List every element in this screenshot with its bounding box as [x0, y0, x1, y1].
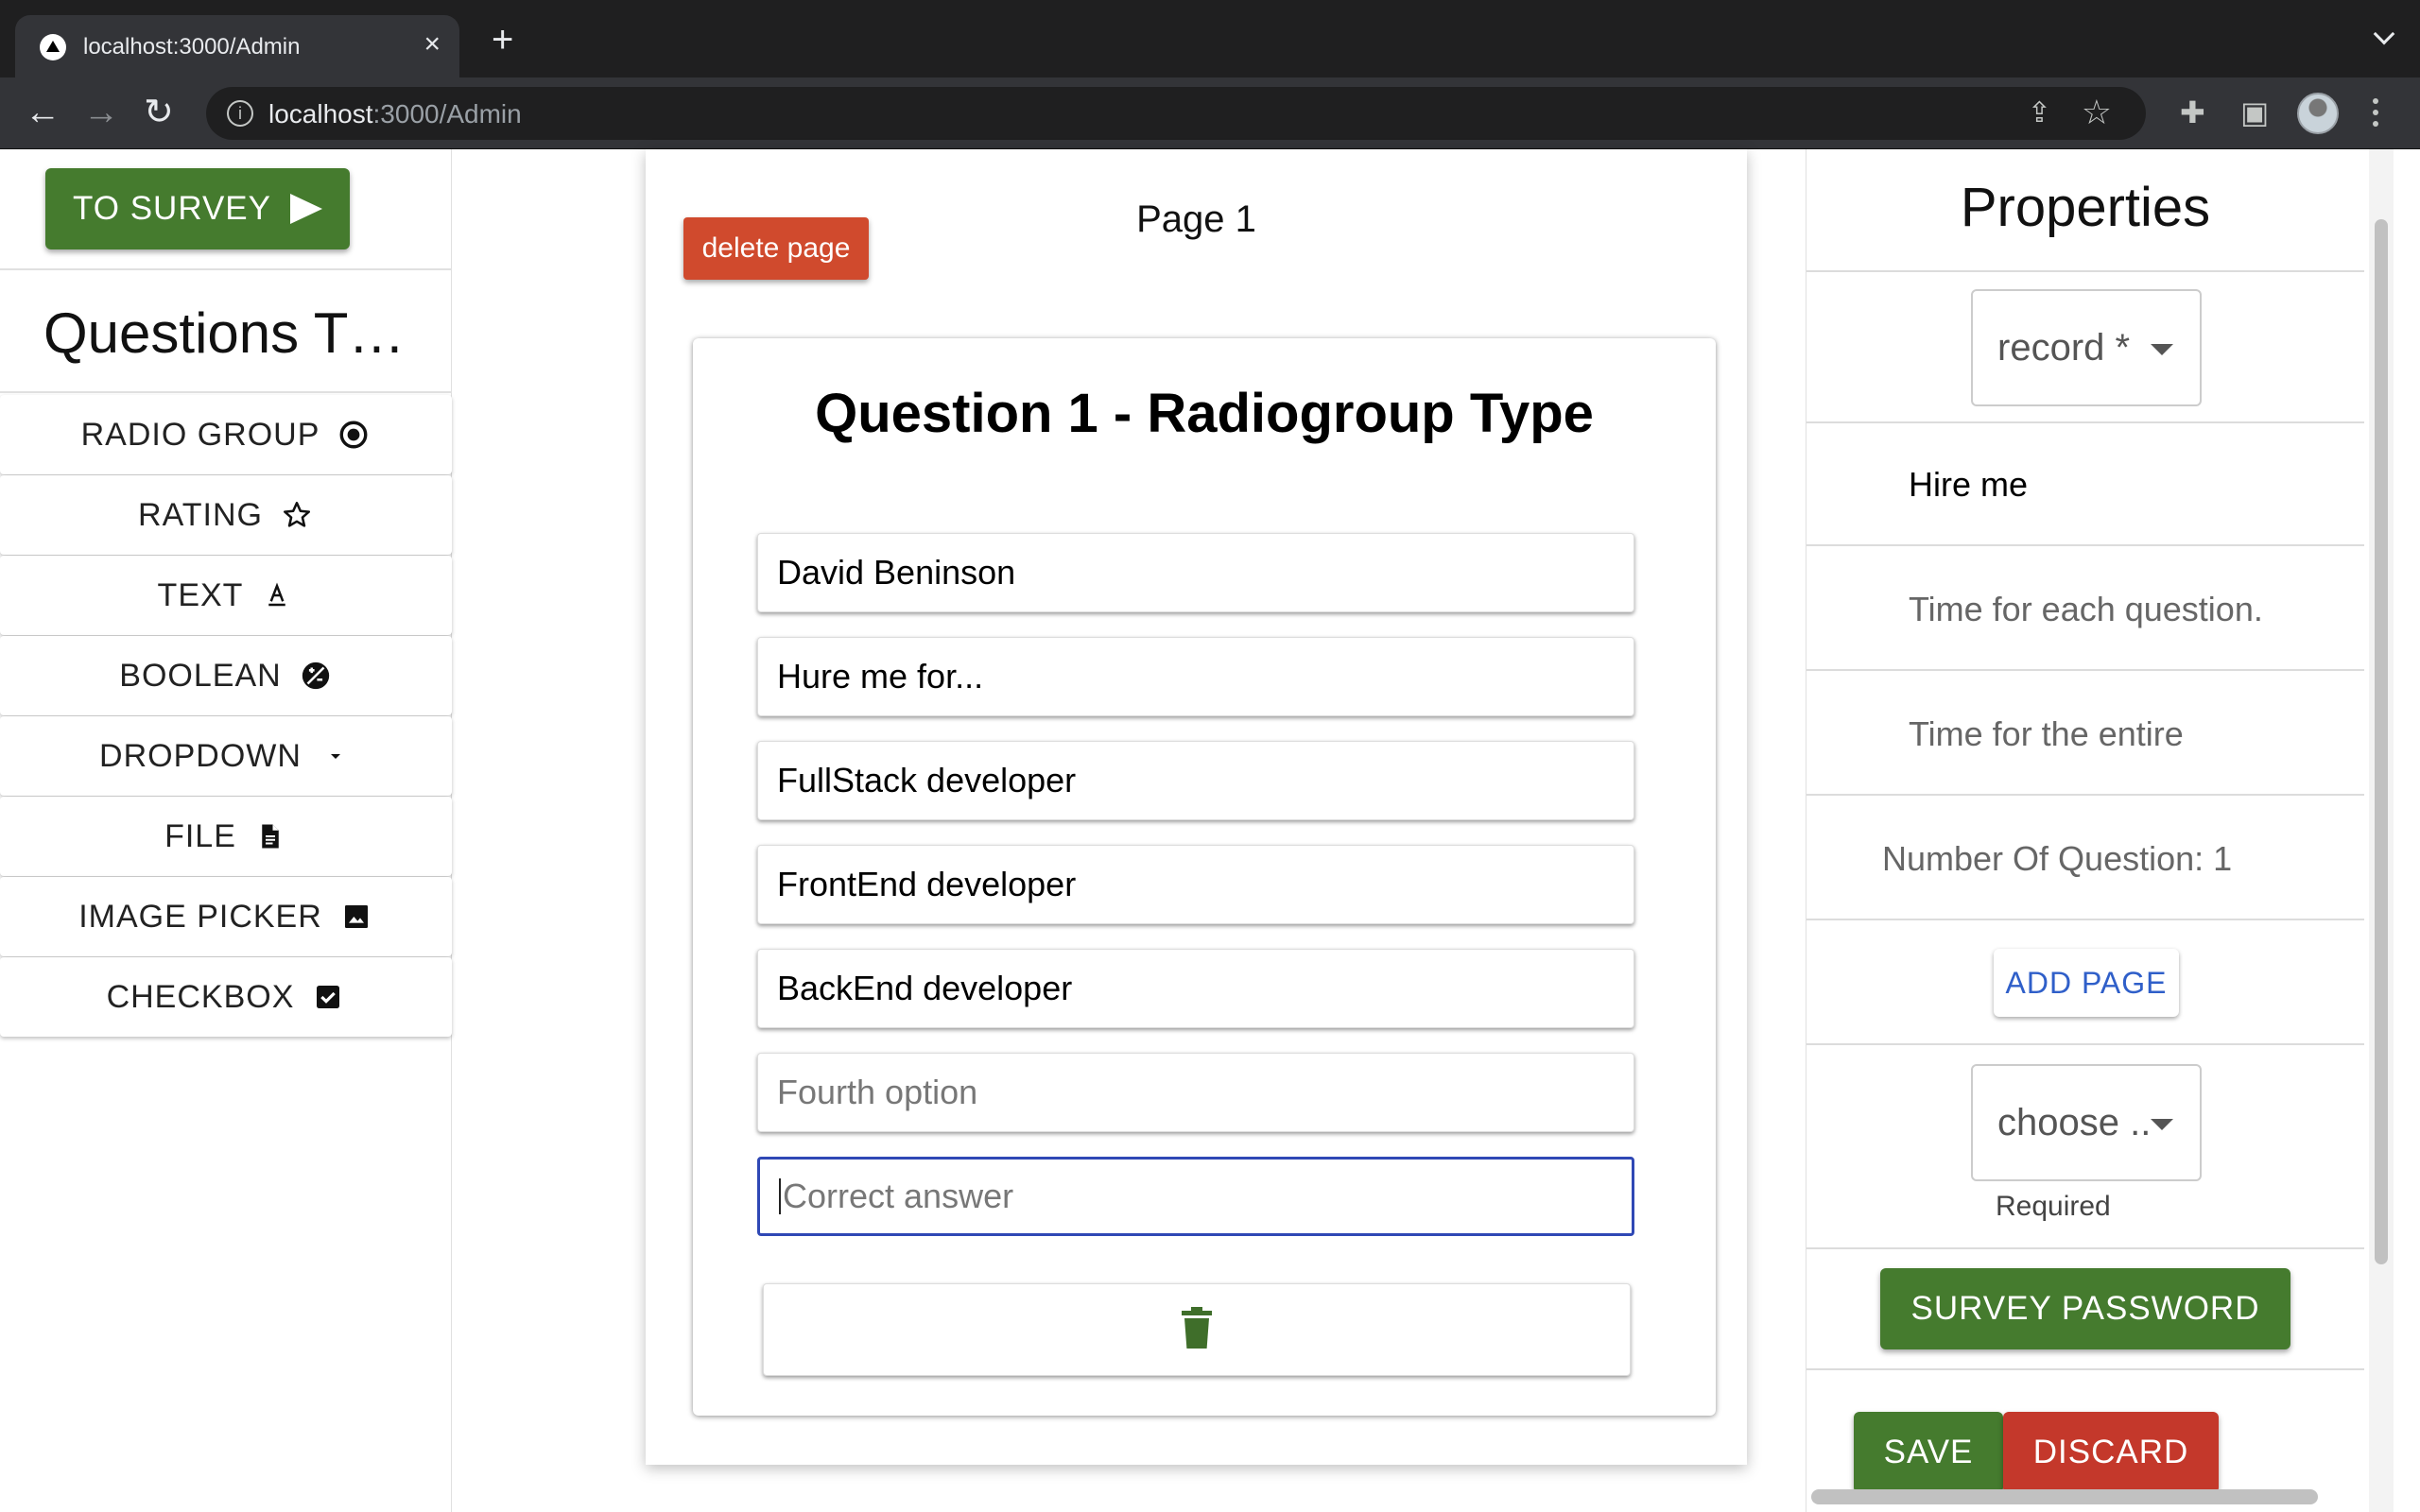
properties-title: Properties — [1960, 177, 2211, 238]
text-format-icon — [260, 578, 294, 612]
divider — [1806, 919, 2364, 920]
correct-answer-input[interactable]: Correct answer — [757, 1157, 1634, 1236]
text-caret — [779, 1178, 781, 1214]
share-icon[interactable]: ⇪ — [2028, 96, 2051, 129]
tab-title: localhost:3000/Admin — [83, 34, 301, 60]
question-type-label: RADIO GROUP — [80, 416, 320, 453]
profile-avatar[interactable] — [2297, 93, 2339, 134]
question-type-image-picker[interactable]: IMAGE PICKER — [0, 877, 452, 956]
question-type-checkbox[interactable]: CHECKBOX — [0, 957, 452, 1037]
bookmark-star-icon[interactable]: ☆ — [2082, 93, 2112, 132]
to-survey-label: TO SURVEY — [73, 190, 271, 227]
option-input[interactable]: FullStack developer — [757, 741, 1634, 820]
survey-name-input[interactable]: Hire me — [1909, 465, 2306, 505]
question-type-label: FILE — [164, 817, 236, 854]
divider — [1806, 794, 2364, 796]
save-button[interactable]: SAVE — [1854, 1412, 2003, 1493]
question-card: Question 1 - Radiogroup Type David Benin… — [693, 338, 1716, 1416]
extensions-puzzle-icon[interactable]: ✚ — [2180, 96, 2205, 129]
back-arrow-icon[interactable]: ← — [25, 94, 60, 130]
divider — [0, 391, 452, 393]
question-type-text[interactable]: TEXT — [0, 556, 452, 635]
trash-icon — [1178, 1305, 1216, 1355]
question-type-file[interactable]: FILE — [0, 797, 452, 876]
dropdown-arrow-icon — [2151, 344, 2173, 355]
star-outline-icon — [280, 498, 314, 532]
survey-password-button[interactable]: SURVEY PASSWORD — [1880, 1268, 2290, 1349]
delete-question-button[interactable] — [763, 1283, 1631, 1376]
record-select[interactable]: record * — [1971, 289, 2202, 406]
horizontal-scrollbar-thumb[interactable] — [1811, 1489, 2318, 1504]
add-page-button[interactable]: ADD PAGE — [1994, 949, 2179, 1017]
properties-panel: Properties record * Hire me Time for eac… — [1806, 149, 2364, 1512]
choose-select[interactable]: choose .. — [1971, 1064, 2202, 1181]
option-input[interactable]: BackEnd developer — [757, 949, 1634, 1028]
page-card: Page 1 delete page Question 1 - Radiogro… — [646, 149, 1747, 1465]
discard-button[interactable]: DISCARD — [2003, 1412, 2219, 1493]
question-type-label: TEXT — [157, 576, 244, 613]
question-type-label: RATING — [138, 496, 263, 533]
fourth-option-input[interactable]: Fourth option — [757, 1053, 1634, 1132]
browser-toolbar: ← → ↻ i localhost:3000/Admin ⇪ ☆ ✚ ▣ — [0, 77, 2420, 149]
question-type-label: BOOLEAN — [119, 657, 282, 694]
required-helper-text: Required — [1996, 1191, 2111, 1222]
browser-tab-bar: localhost:3000/Admin × + — [0, 0, 2420, 77]
file-icon — [253, 819, 287, 853]
address-bar[interactable]: i localhost:3000/Admin ⇪ ☆ — [206, 87, 2146, 140]
delete-page-button[interactable]: delete page — [683, 217, 869, 280]
question-type-label: CHECKBOX — [106, 978, 295, 1015]
question-types-title: Questions T… — [43, 301, 406, 365]
forward-arrow-icon[interactable]: → — [83, 94, 119, 130]
divider — [1806, 1043, 2364, 1045]
choose-select-value: choose .. — [1997, 1101, 2152, 1143]
time-entire-survey-input[interactable]: Time for the entire surve — [1909, 714, 2183, 754]
divider — [1806, 669, 2364, 671]
number-of-questions: Number Of Question: 1 — [1882, 839, 2233, 878]
question-types-sidebar: TO SURVEY Questions T… RADIO GROUP RATIN… — [0, 149, 452, 1512]
divider — [1806, 421, 2364, 423]
radio-button-icon — [337, 418, 371, 452]
divider — [1806, 1247, 2364, 1249]
new-tab-icon[interactable]: + — [492, 21, 513, 59]
divider — [1806, 544, 2364, 546]
tab-search-chevron-icon[interactable] — [2373, 23, 2395, 45]
divider — [1806, 270, 2364, 272]
url-text: localhost:3000/Admin — [268, 99, 522, 129]
option-input[interactable]: David Beninson — [757, 533, 1634, 612]
side-panel-icon[interactable]: ▣ — [2240, 96, 2269, 129]
close-tab-icon[interactable]: × — [424, 28, 441, 60]
option-input[interactable]: Hure me for... — [757, 637, 1634, 716]
question-title: Question 1 - Radiogroup Type — [815, 383, 1594, 444]
question-type-boolean[interactable]: BOOLEAN — [0, 636, 452, 715]
browser-tab[interactable]: localhost:3000/Admin × — [15, 15, 459, 77]
record-select-value: record * — [1997, 326, 2131, 369]
favicon-icon — [40, 34, 66, 60]
image-icon — [339, 900, 373, 934]
question-type-dropdown[interactable]: DROPDOWN — [0, 716, 452, 796]
dropdown-arrow-icon — [2151, 1119, 2173, 1130]
send-icon — [290, 194, 322, 224]
correct-answer-placeholder: Correct answer — [783, 1177, 1014, 1215]
question-type-label: IMAGE PICKER — [78, 898, 322, 935]
time-each-question-input[interactable]: Time for each question. — [1909, 590, 2306, 629]
site-info-icon[interactable]: i — [227, 100, 253, 127]
to-survey-button[interactable]: TO SURVEY — [45, 168, 350, 249]
vertical-scrollbar[interactable] — [2369, 149, 2394, 1512]
option-input[interactable]: FrontEnd developer — [757, 845, 1634, 924]
question-type-rating[interactable]: RATING — [0, 475, 452, 555]
reload-icon[interactable]: ↻ — [144, 94, 174, 130]
question-type-label: DROPDOWN — [99, 737, 302, 774]
question-type-radio-group[interactable]: RADIO GROUP — [0, 395, 452, 474]
boolean-icon — [299, 659, 333, 693]
checkbox-icon — [311, 980, 345, 1014]
dropdown-arrow-icon — [319, 739, 353, 773]
divider — [1806, 1368, 2364, 1370]
divider — [0, 268, 452, 270]
browser-menu-icon[interactable] — [2373, 98, 2378, 132]
vertical-scrollbar-thumb[interactable] — [2375, 219, 2388, 1264]
